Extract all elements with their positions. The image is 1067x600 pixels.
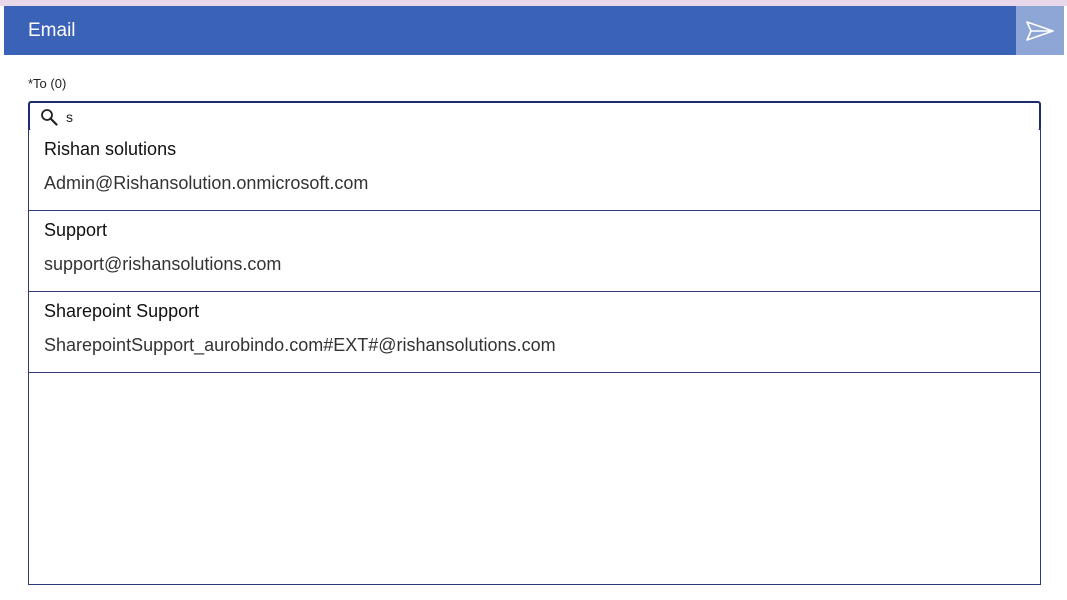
suggestion-name: Rishan solutions — [44, 139, 177, 159]
suggestion-item-sharepoint-support[interactable]: Sharepoint Support SharepointSupport_aur… — [29, 292, 1040, 373]
header-title: Email — [28, 19, 76, 41]
suggestion-item-rishan-solutions[interactable]: Rishan solutions Admin@Rishansolution.on… — [29, 130, 1040, 211]
suggestion-email: SharepointSupport_aurobindo.com#EXT#@ris… — [44, 335, 556, 355]
recipient-suggestions-list: Rishan solutions Admin@Rishansolution.on… — [28, 130, 1041, 585]
to-field-label: *To (0) — [28, 76, 67, 91]
send-icon — [1026, 20, 1054, 41]
suggestion-name: Sharepoint Support — [44, 301, 200, 321]
send-button[interactable] — [1016, 6, 1064, 55]
suggestion-email: support@rishansolutions.com — [44, 254, 282, 274]
recipient-search-box[interactable] — [28, 101, 1041, 132]
suggestion-email: Admin@Rishansolution.onmicrosoft.com — [44, 173, 369, 193]
suggestion-item-support[interactable]: Support support@rishansolutions.com — [29, 211, 1040, 292]
suggestion-name: Support — [44, 220, 108, 240]
recipient-search-input[interactable] — [66, 106, 1026, 127]
header-bar: Email — [4, 6, 1016, 55]
search-icon — [41, 109, 58, 126]
